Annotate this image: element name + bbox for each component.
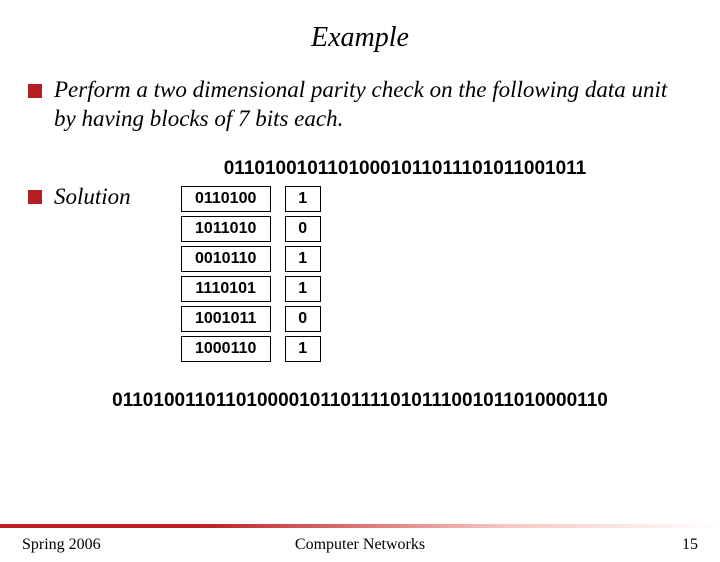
parity-cell: 1 bbox=[285, 276, 321, 302]
bullet-icon bbox=[28, 190, 42, 204]
table-row: 1110101 1 bbox=[181, 276, 321, 302]
parity-cell: 1 bbox=[285, 336, 321, 362]
parity-table: 0110100 1 1011010 0 0010110 1 1110101 1 … bbox=[181, 186, 321, 362]
table-row: 1000110 1 bbox=[181, 336, 321, 362]
footer: Computer Networks Spring 2006 15 bbox=[0, 536, 720, 554]
prompt-text: Perform a two dimensional parity check o… bbox=[54, 76, 684, 134]
output-bitstring: 0110100110110100001011011110101110010110… bbox=[0, 390, 720, 412]
parity-cell: 0 bbox=[285, 216, 321, 242]
table-row: 1011010 0 bbox=[181, 216, 321, 242]
solution-label: Solution bbox=[54, 184, 131, 210]
parity-cell: 0 bbox=[285, 306, 321, 332]
parity-cell: 1 bbox=[285, 186, 321, 212]
table-row: 0110100 1 bbox=[181, 186, 321, 212]
footer-left: Spring 2006 bbox=[22, 536, 101, 554]
solution-row: Solution bbox=[28, 184, 131, 210]
footer-center: Computer Networks bbox=[0, 536, 720, 554]
input-bitstring: 01101001011010001011011101011001011 bbox=[90, 158, 720, 180]
slide-title: Example bbox=[0, 22, 720, 54]
bits-cell: 0110100 bbox=[181, 186, 271, 212]
bits-cell: 1000110 bbox=[181, 336, 271, 362]
solution-area: Solution 0110100 1 1011010 0 0010110 1 1… bbox=[0, 184, 720, 362]
bullet-icon bbox=[28, 84, 42, 98]
parity-cell: 1 bbox=[285, 246, 321, 272]
bits-cell: 1011010 bbox=[181, 216, 271, 242]
page-number: 15 bbox=[682, 536, 698, 554]
bits-cell: 1001011 bbox=[181, 306, 271, 332]
prompt-row: Perform a two dimensional parity check o… bbox=[28, 76, 720, 134]
bits-cell: 1110101 bbox=[181, 276, 271, 302]
table-row: 1001011 0 bbox=[181, 306, 321, 332]
divider-gradient bbox=[0, 524, 720, 528]
table-row: 0010110 1 bbox=[181, 246, 321, 272]
bits-cell: 0010110 bbox=[181, 246, 271, 272]
